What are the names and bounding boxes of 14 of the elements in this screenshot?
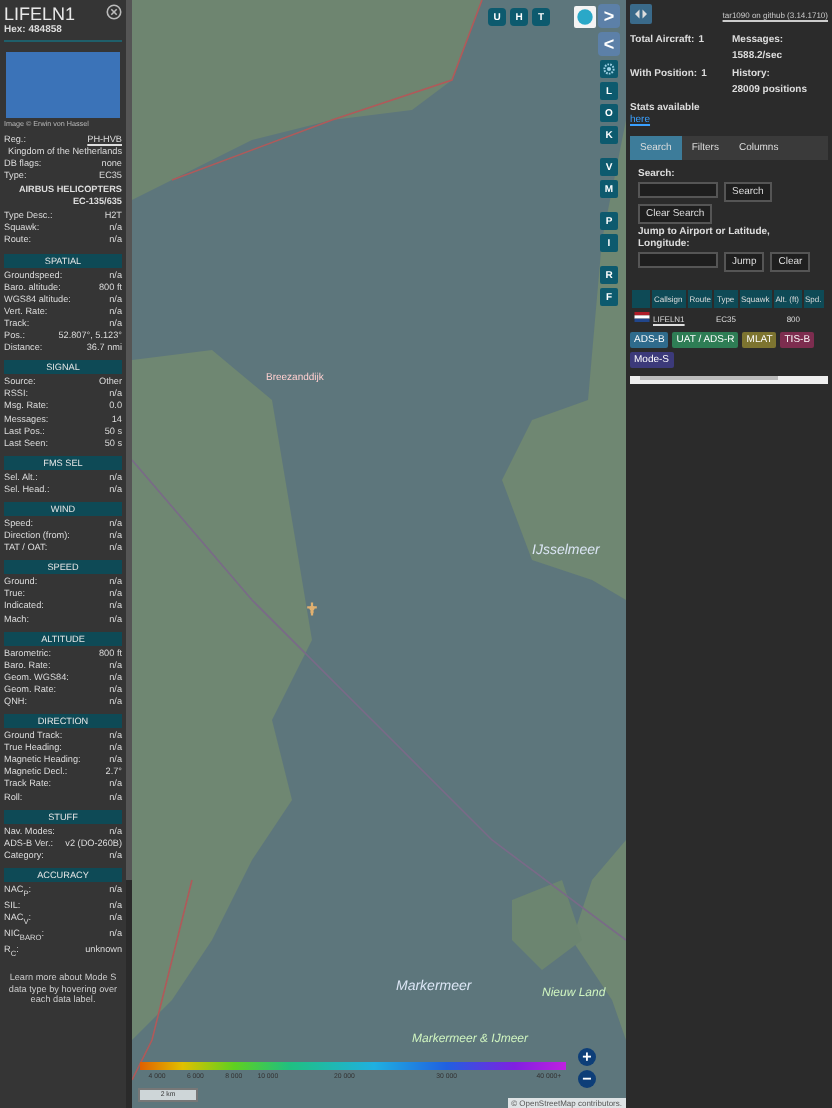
scrollbar[interactable] [126, 0, 132, 1108]
panel-toggle-button[interactable]: < [598, 32, 620, 56]
expand-icon[interactable] [630, 4, 652, 24]
jump-field[interactable] [638, 252, 718, 268]
aircraft-callsign: LIFELN1 [4, 4, 76, 24]
helicopter-icon[interactable] [304, 600, 320, 618]
settings-button[interactable] [600, 60, 618, 78]
close-icon[interactable] [106, 4, 122, 20]
globe-button[interactable] [574, 6, 596, 28]
panel-toggle-button[interactable]: > [598, 4, 620, 28]
photo-placeholder [6, 52, 120, 118]
horizontal-scrollbar[interactable] [630, 376, 828, 384]
search-field[interactable] [638, 182, 718, 198]
flag-icon [633, 312, 649, 322]
